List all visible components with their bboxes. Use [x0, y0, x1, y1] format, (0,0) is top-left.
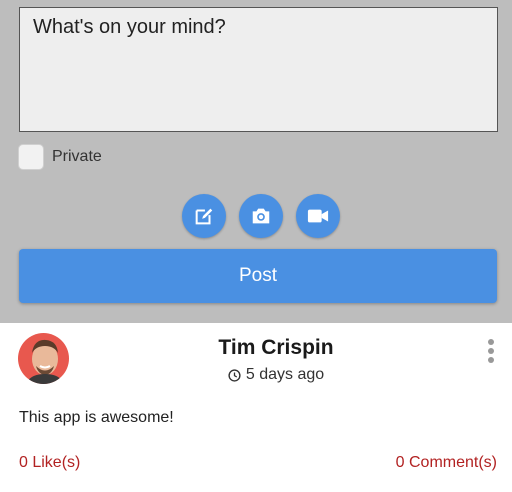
photo-button[interactable] — [239, 194, 283, 238]
comments-link[interactable]: 0 Comment(s) — [396, 454, 497, 472]
status-textarea[interactable]: What's on your mind? — [19, 7, 498, 132]
video-icon — [307, 209, 329, 223]
post-body: This app is awesome! — [19, 409, 174, 426]
author-name[interactable]: Tim Crispin — [0, 336, 512, 360]
more-options-icon[interactable] — [485, 339, 497, 363]
private-label: Private — [52, 148, 102, 165]
private-toggle-row[interactable]: Private — [18, 143, 102, 171]
edit-icon — [195, 208, 213, 225]
post-timestamp: 5 days ago — [0, 366, 512, 384]
private-checkbox[interactable] — [18, 144, 44, 170]
edit-button[interactable] — [182, 194, 226, 238]
video-button[interactable] — [296, 194, 340, 238]
camera-icon — [252, 208, 270, 224]
post-composer: What's on your mind? Private Post — [0, 0, 512, 323]
clock-icon — [228, 368, 241, 382]
likes-link[interactable]: 0 Like(s) — [19, 454, 80, 472]
post-button[interactable]: Post — [19, 249, 497, 303]
time-ago-label: 5 days ago — [245, 366, 325, 383]
media-buttons — [182, 194, 340, 238]
post-card: Tim Crispin 5 days ago This app is aweso… — [0, 323, 512, 492]
